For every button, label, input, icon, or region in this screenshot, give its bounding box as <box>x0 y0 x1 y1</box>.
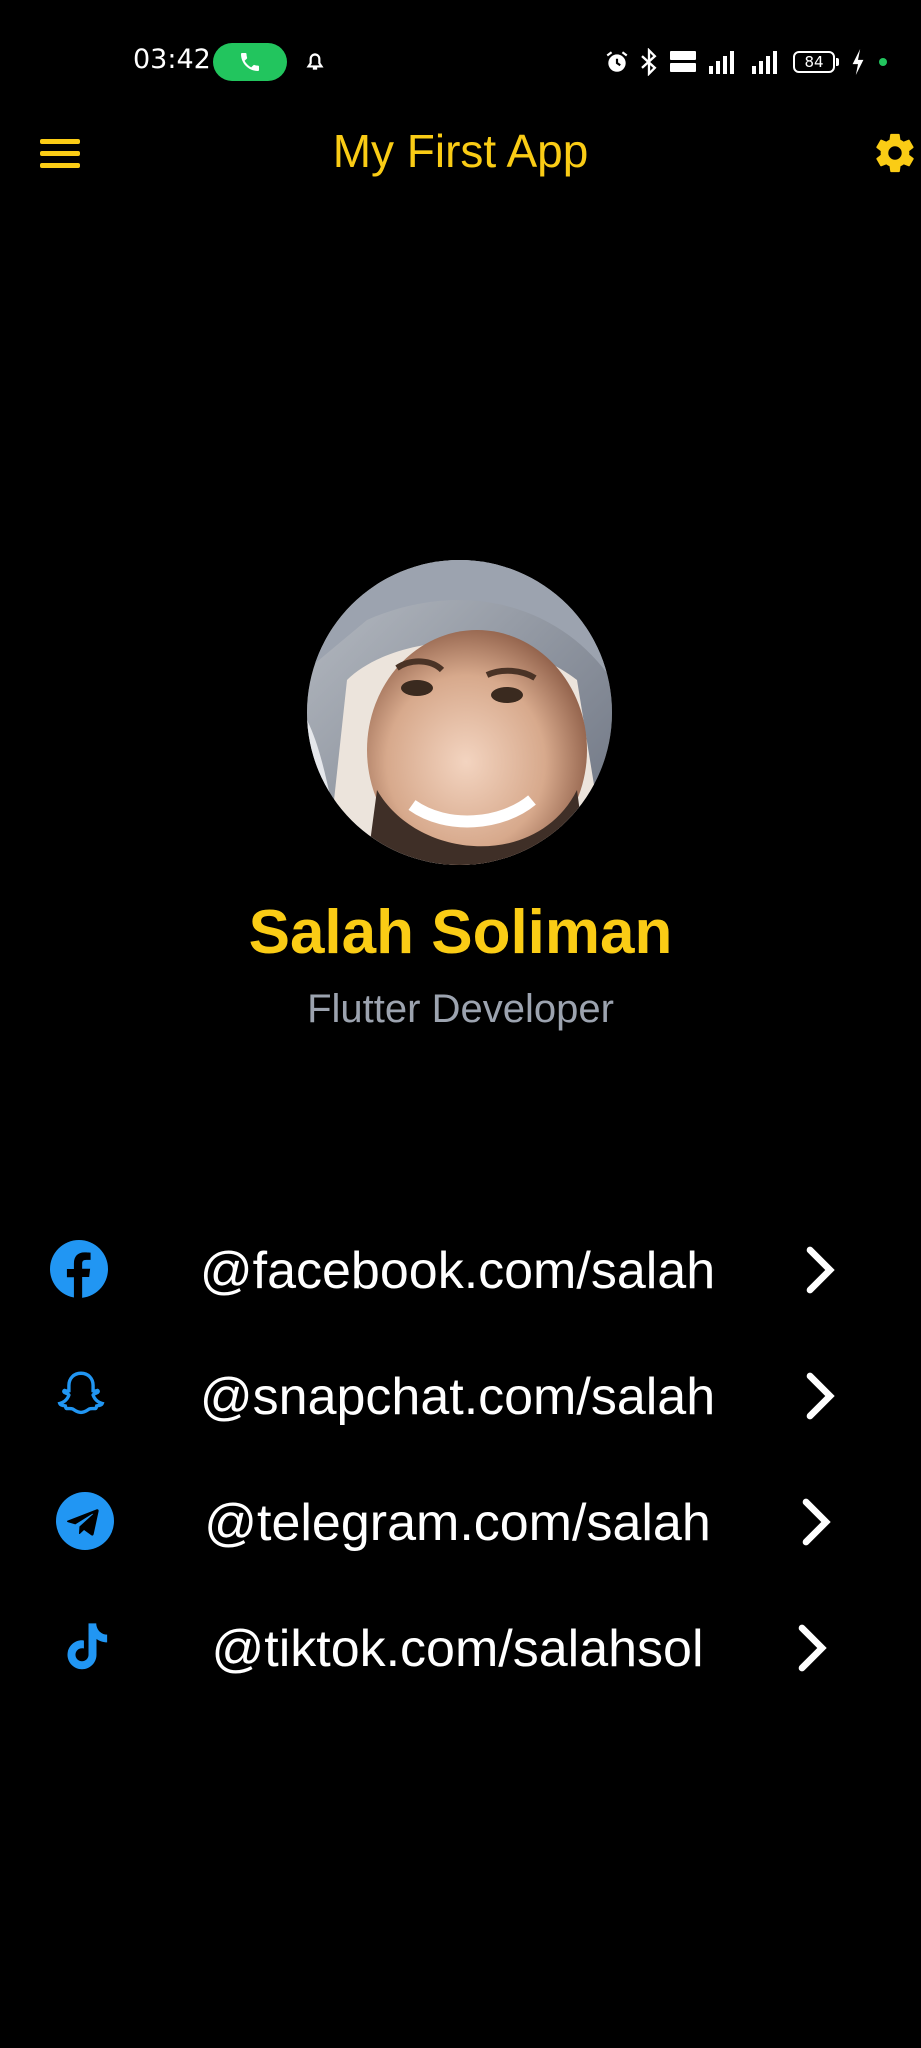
status-icons: 84 <box>604 44 887 80</box>
status-time: 03:42 <box>133 44 211 75</box>
phone-icon <box>241 53 259 71</box>
telegram-icon <box>56 1492 114 1550</box>
app-title: My First App <box>332 125 589 177</box>
status-bar: 03:42 84 <box>0 0 921 120</box>
profile-role: Flutter Developer <box>307 987 614 1031</box>
privacy-indicator-dot <box>879 58 887 66</box>
app-bar: My First App <box>0 110 921 192</box>
social-link-label: @snapchat.com/salah <box>199 1368 716 1426</box>
profile-avatar <box>307 560 612 865</box>
bluetooth-icon <box>641 48 657 76</box>
social-link-snapchat[interactable]: @snapchat.com/salah <box>0 1345 921 1445</box>
chevron-right-icon <box>802 1498 831 1546</box>
profile-name: Salah Soliman <box>248 898 673 967</box>
notification-bell-icon <box>306 53 324 70</box>
chevron-right-icon <box>806 1246 835 1294</box>
gear-icon[interactable] <box>872 130 918 176</box>
social-link-label: @tiktok.com/salahsol <box>211 1620 704 1678</box>
social-link-tiktok[interactable]: @tiktok.com/salahsol <box>0 1597 921 1697</box>
social-link-facebook[interactable]: @facebook.com/salah <box>0 1219 921 1319</box>
volte-icon <box>670 51 696 72</box>
avatar-portrait <box>307 560 612 865</box>
social-link-telegram[interactable]: @telegram.com/salah <box>0 1471 921 1571</box>
chevron-right-icon <box>806 1372 835 1420</box>
signal-4g-icon <box>709 51 734 74</box>
tiktok-icon <box>67 1623 108 1670</box>
chevron-right-icon <box>798 1624 827 1672</box>
charging-icon <box>852 49 864 75</box>
battery-indicator: 84 <box>793 51 839 73</box>
social-link-label: @facebook.com/salah <box>199 1242 716 1300</box>
facebook-icon <box>50 1240 108 1298</box>
ongoing-call-pill[interactable] <box>213 43 287 81</box>
social-link-label: @telegram.com/salah <box>204 1494 711 1552</box>
battery-level: 84 <box>804 53 824 71</box>
signal-icon <box>752 51 777 74</box>
snapchat-icon <box>57 1371 105 1415</box>
alarm-icon <box>606 51 628 72</box>
